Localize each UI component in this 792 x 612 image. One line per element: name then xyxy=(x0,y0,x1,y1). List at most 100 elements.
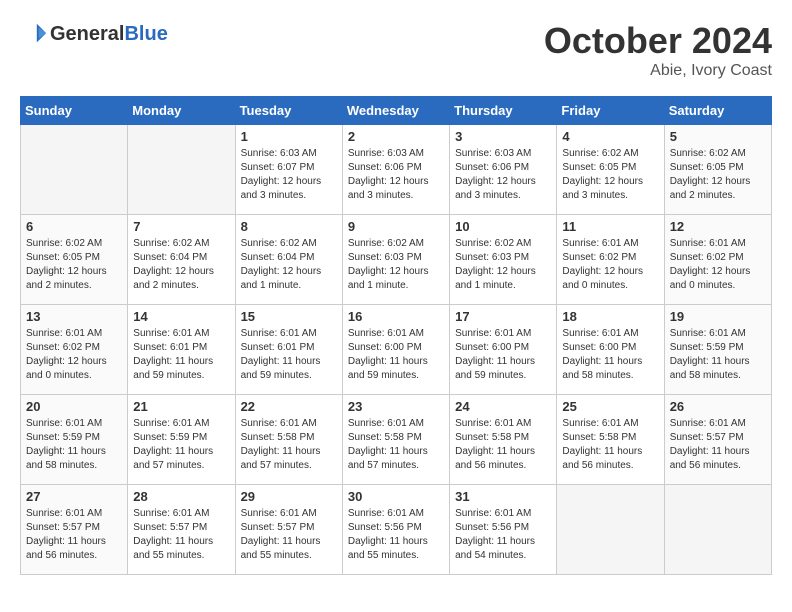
calendar-cell xyxy=(664,485,771,575)
day-info: Sunrise: 6:01 AM Sunset: 5:59 PM Dayligh… xyxy=(26,417,122,473)
calendar-cell: 17 Sunrise: 6:01 AM Sunset: 6:00 PM Dayli… xyxy=(450,305,557,395)
calendar-cell: 28Sunrise: 6:01 AM Sunset: 5:57 PM Dayli… xyxy=(128,485,235,575)
day-header-monday: Monday xyxy=(128,97,235,125)
location: Abie, Ivory Coast xyxy=(544,62,772,80)
day-info: Sunrise: 6:01 AM Sunset: 5:59 PM Dayligh… xyxy=(670,327,766,383)
day-header-friday: Friday xyxy=(557,97,664,125)
week-row-3: 13Sunrise: 6:01 AM Sunset: 6:02 PM Dayli… xyxy=(21,305,772,395)
logo-blue: Blue xyxy=(124,23,167,45)
day-number: 19 xyxy=(670,309,766,324)
day-number: 25 xyxy=(562,399,658,414)
week-row-2: 6Sunrise: 6:02 AM Sunset: 6:05 PM Daylig… xyxy=(21,215,772,305)
title-block: October 2024 Abie, Ivory Coast xyxy=(544,20,772,80)
calendar-cell: 14 Sunrise: 6:01 AM Sunset: 6:01 PM Dayli… xyxy=(128,305,235,395)
calendar-cell: 18 Sunrise: 6:01 AM Sunset: 6:00 PM Dayli… xyxy=(557,305,664,395)
day-number: 26 xyxy=(670,399,766,414)
day-number: 27 xyxy=(26,489,122,504)
day-info: Sunrise: 6:01 AM Sunset: 6:01 PM Dayligh… xyxy=(133,327,229,383)
day-header-wednesday: Wednesday xyxy=(342,97,449,125)
day-number: 14 xyxy=(133,309,229,324)
calendar-cell: 27 Sunrise: 6:01 AM Sunset: 5:57 PM Dayli… xyxy=(21,485,128,575)
day-number: 24 xyxy=(455,399,551,414)
calendar-cell: 29 Sunrise: 6:01 AM Sunset: 5:57 PM Dayli… xyxy=(235,485,342,575)
day-info: Sunrise: 6:01 AM Sunset: 5:57 PM Dayligh… xyxy=(26,507,122,563)
day-header-saturday: Saturday xyxy=(664,97,771,125)
day-info: Sunrise: 6:01 AM Sunset: 5:56 PM Dayligh… xyxy=(348,507,444,563)
calendar-cell: 1Sunrise: 6:03 AM Sunset: 6:07 PM Daylig… xyxy=(235,125,342,215)
day-info: Sunrise: 6:03 AM Sunset: 6:06 PM Dayligh… xyxy=(348,147,444,203)
day-info: Sunrise: 6:01 AM Sunset: 6:00 PM Dayligh… xyxy=(562,327,658,383)
day-header-tuesday: Tuesday xyxy=(235,97,342,125)
logo-general: General xyxy=(50,23,124,45)
day-number: 8 xyxy=(241,219,337,234)
day-header-sunday: Sunday xyxy=(21,97,128,125)
day-info: Sunrise: 6:01 AM Sunset: 5:58 PM Dayligh… xyxy=(562,417,658,473)
day-info: Sunrise: 6:01 AM Sunset: 6:01 PM Dayligh… xyxy=(241,327,337,383)
week-row-4: 20 Sunrise: 6:01 AM Sunset: 5:59 PM Dayli… xyxy=(21,395,772,485)
day-number: 16 xyxy=(348,309,444,324)
calendar-cell: 22Sunrise: 6:01 AM Sunset: 5:58 PM Dayli… xyxy=(235,395,342,485)
day-number: 30 xyxy=(348,489,444,504)
day-info: Sunrise: 6:02 AM Sunset: 6:05 PM Dayligh… xyxy=(670,147,766,203)
day-info: Sunrise: 6:01 AM Sunset: 6:00 PM Dayligh… xyxy=(348,327,444,383)
calendar-cell xyxy=(557,485,664,575)
day-number: 10 xyxy=(455,219,551,234)
days-header-row: SundayMondayTuesdayWednesdayThursdayFrid… xyxy=(21,97,772,125)
day-number: 20 xyxy=(26,399,122,414)
calendar-cell: 21 Sunrise: 6:01 AM Sunset: 5:59 PM Dayli… xyxy=(128,395,235,485)
calendar-cell: 2 Sunrise: 6:03 AM Sunset: 6:06 PM Daylig… xyxy=(342,125,449,215)
calendar-cell: 20 Sunrise: 6:01 AM Sunset: 5:59 PM Dayli… xyxy=(21,395,128,485)
day-number: 22 xyxy=(241,399,337,414)
day-info: Sunrise: 6:01 AM Sunset: 5:57 PM Dayligh… xyxy=(241,507,337,563)
calendar-cell: 6Sunrise: 6:02 AM Sunset: 6:05 PM Daylig… xyxy=(21,215,128,305)
calendar-cell: 12 Sunrise: 6:01 AM Sunset: 6:02 PM Dayli… xyxy=(664,215,771,305)
day-number: 13 xyxy=(26,309,122,324)
day-number: 29 xyxy=(241,489,337,504)
calendar-cell: 24 Sunrise: 6:01 AM Sunset: 5:58 PM Dayli… xyxy=(450,395,557,485)
day-number: 2 xyxy=(348,129,444,144)
day-info: Sunrise: 6:01 AM Sunset: 5:58 PM Dayligh… xyxy=(348,417,444,473)
calendar-cell: 15 Sunrise: 6:01 AM Sunset: 6:01 PM Dayli… xyxy=(235,305,342,395)
day-number: 12 xyxy=(670,219,766,234)
day-number: 4 xyxy=(562,129,658,144)
day-info: Sunrise: 6:01 AM Sunset: 5:59 PM Dayligh… xyxy=(133,417,229,473)
day-number: 17 xyxy=(455,309,551,324)
calendar-cell: 3Sunrise: 6:03 AM Sunset: 6:06 PM Daylig… xyxy=(450,125,557,215)
calendar-cell: 31Sunrise: 6:01 AM Sunset: 5:56 PM Dayli… xyxy=(450,485,557,575)
calendar-cell xyxy=(21,125,128,215)
calendar-cell xyxy=(128,125,235,215)
day-info: Sunrise: 6:02 AM Sunset: 6:05 PM Dayligh… xyxy=(562,147,658,203)
calendar-cell: 8Sunrise: 6:02 AM Sunset: 6:04 PM Daylig… xyxy=(235,215,342,305)
day-number: 21 xyxy=(133,399,229,414)
calendar-cell: 26Sunrise: 6:01 AM Sunset: 5:57 PM Dayli… xyxy=(664,395,771,485)
day-number: 9 xyxy=(348,219,444,234)
day-number: 18 xyxy=(562,309,658,324)
day-number: 6 xyxy=(26,219,122,234)
calendar-cell: 19 Sunrise: 6:01 AM Sunset: 5:59 PM Dayli… xyxy=(664,305,771,395)
day-info: Sunrise: 6:01 AM Sunset: 6:00 PM Dayligh… xyxy=(455,327,551,383)
calendar-cell: 13Sunrise: 6:01 AM Sunset: 6:02 PM Dayli… xyxy=(21,305,128,395)
day-header-thursday: Thursday xyxy=(450,97,557,125)
day-number: 11 xyxy=(562,219,658,234)
day-number: 1 xyxy=(241,129,337,144)
calendar-cell: 9 Sunrise: 6:02 AM Sunset: 6:03 PM Daylig… xyxy=(342,215,449,305)
day-info: Sunrise: 6:01 AM Sunset: 6:02 PM Dayligh… xyxy=(562,237,658,293)
day-number: 5 xyxy=(670,129,766,144)
calendar-cell: 25 Sunrise: 6:01 AM Sunset: 5:58 PM Dayli… xyxy=(557,395,664,485)
day-number: 31 xyxy=(455,489,551,504)
day-info: Sunrise: 6:01 AM Sunset: 6:02 PM Dayligh… xyxy=(670,237,766,293)
calendar-cell: 4 Sunrise: 6:02 AM Sunset: 6:05 PM Daylig… xyxy=(557,125,664,215)
day-number: 15 xyxy=(241,309,337,324)
day-number: 7 xyxy=(133,219,229,234)
calendar-cell: 5 Sunrise: 6:02 AM Sunset: 6:05 PM Daylig… xyxy=(664,125,771,215)
calendar-cell: 23Sunrise: 6:01 AM Sunset: 5:58 PM Dayli… xyxy=(342,395,449,485)
logo: GeneralBlue xyxy=(20,20,168,48)
calendar-cell: 30 Sunrise: 6:01 AM Sunset: 5:56 PM Dayli… xyxy=(342,485,449,575)
calendar-cell: 11 Sunrise: 6:01 AM Sunset: 6:02 PM Dayli… xyxy=(557,215,664,305)
week-row-1: 1Sunrise: 6:03 AM Sunset: 6:07 PM Daylig… xyxy=(21,125,772,215)
week-row-5: 27 Sunrise: 6:01 AM Sunset: 5:57 PM Dayli… xyxy=(21,485,772,575)
day-info: Sunrise: 6:02 AM Sunset: 6:03 PM Dayligh… xyxy=(455,237,551,293)
month-title: October 2024 xyxy=(544,20,772,62)
day-info: Sunrise: 6:01 AM Sunset: 5:58 PM Dayligh… xyxy=(455,417,551,473)
day-info: Sunrise: 6:02 AM Sunset: 6:03 PM Dayligh… xyxy=(348,237,444,293)
